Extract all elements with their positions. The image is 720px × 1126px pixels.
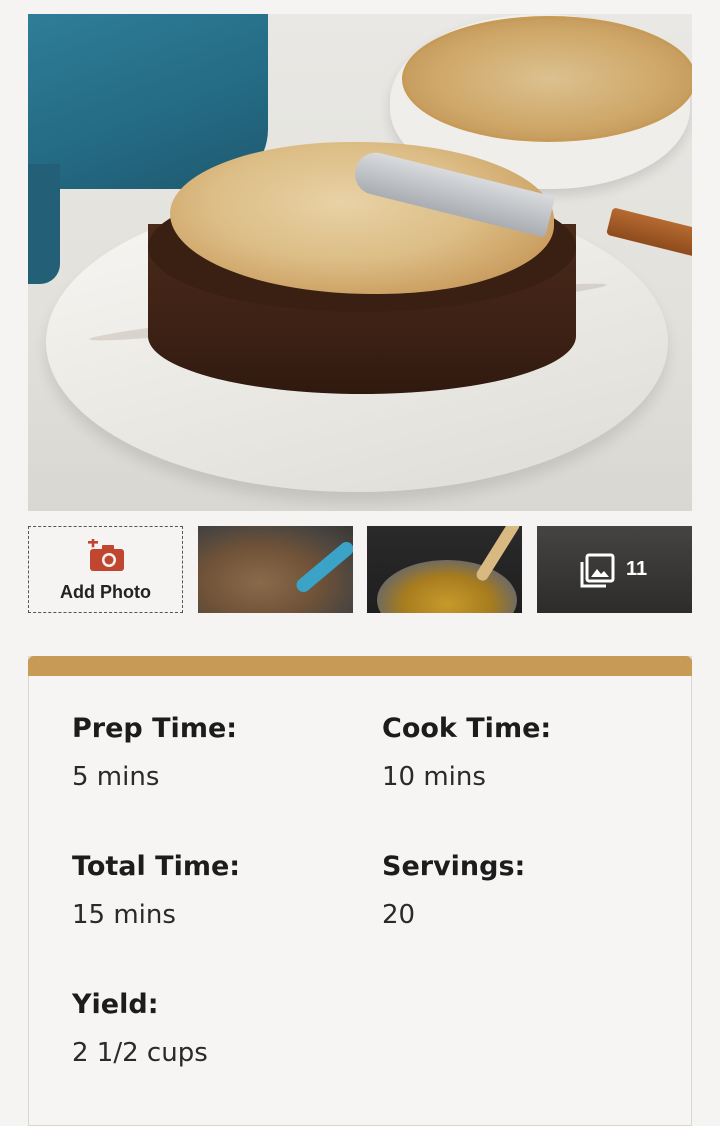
- yield-value: 2 1/2 cups: [72, 1038, 208, 1068]
- servings-label: Servings:: [382, 851, 526, 882]
- towel-fold-decoration: [28, 164, 60, 284]
- servings-value: 20: [382, 900, 416, 930]
- photo-count: 11: [626, 558, 648, 580]
- servings: Servings: 20: [382, 851, 525, 930]
- more-photos-button[interactable]: 11: [537, 526, 692, 613]
- total-time-value: 15 mins: [72, 900, 176, 930]
- spatula-decoration: [293, 539, 353, 595]
- prep-time: Prep Time: 5 mins: [72, 713, 237, 792]
- prep-time-label: Prep Time:: [72, 713, 238, 744]
- spatula-handle-decoration: [606, 207, 692, 259]
- photo-library-icon: [580, 553, 615, 588]
- yield: Yield: 2 1/2 cups: [72, 989, 208, 1068]
- card-accent-bar: [28, 656, 692, 676]
- yield-label: Yield:: [72, 989, 159, 1020]
- cook-time-value: 10 mins: [382, 762, 486, 792]
- camera-plus-icon: [88, 539, 124, 571]
- total-time: Total Time: 15 mins: [72, 851, 240, 930]
- hero-photo[interactable]: [28, 14, 692, 511]
- photo-thumbnail[interactable]: [198, 526, 353, 613]
- cook-time: Cook Time: 10 mins: [382, 713, 551, 792]
- bowl-frosting-decoration: [402, 16, 692, 142]
- add-photo-button[interactable]: Add Photo: [28, 526, 183, 613]
- total-time-label: Total Time:: [72, 851, 241, 882]
- add-photo-label: Add Photo: [60, 582, 151, 602]
- prep-time-value: 5 mins: [72, 762, 160, 792]
- photo-thumbnails: Add Photo 11: [28, 526, 692, 613]
- cook-time-label: Cook Time:: [382, 713, 552, 744]
- pan-decoration: [377, 560, 517, 613]
- recipe-details-card: Prep Time: 5 mins Cook Time: 10 mins Tot…: [28, 656, 692, 1126]
- photo-thumbnail[interactable]: [367, 526, 522, 613]
